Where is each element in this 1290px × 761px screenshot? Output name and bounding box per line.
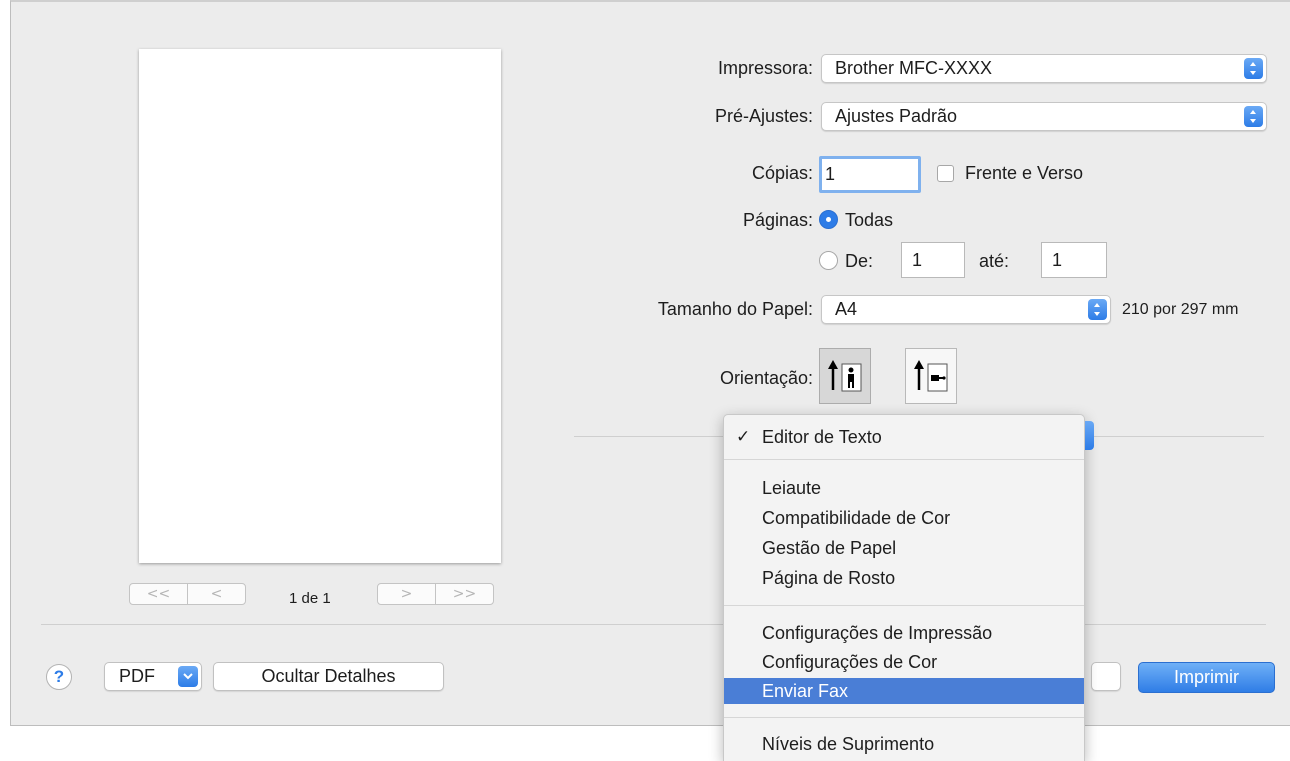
pages-to-value: 1 [1052, 249, 1063, 270]
pages-all-label: Todas [845, 210, 894, 230]
section-dropdown-menu: ✓ Editor de Texto Leiaute Compatibilidad… [723, 414, 1085, 761]
printer-popup[interactable]: Brother MFC-XXXX [821, 54, 1267, 83]
duplex-checkbox[interactable] [937, 165, 954, 182]
menu-item-send-fax[interactable]: Enviar Fax [724, 678, 1084, 704]
printer-value: Brother MFC-XXXX [835, 58, 993, 78]
checkmark-icon: ✓ [736, 427, 751, 446]
menu-item-cover-page[interactable]: Página de Rosto [724, 565, 1084, 591]
menu-item-color-settings[interactable]: Configurações de Cor [724, 649, 1084, 675]
pages-from-field[interactable]: 1 [901, 242, 965, 278]
popup-arrows-icon [1244, 58, 1263, 79]
pdf-label: PDF [119, 666, 155, 686]
presets-popup[interactable]: Ajustes Padrão [821, 102, 1267, 131]
presets-label: Pré-Ajustes: [714, 106, 813, 126]
menu-item-label: Editor de Texto [762, 426, 882, 447]
chevron-down-icon [178, 666, 198, 687]
menu-separator [724, 717, 1084, 718]
portrait-orientation-icon [828, 360, 862, 392]
print-dialog: << < 1 de 1 > >> Impressora: Brother MFC… [10, 0, 1290, 726]
menu-separator [724, 459, 1084, 460]
pages-to-label: até: [979, 251, 1010, 271]
preview-back-navigation: << < [129, 583, 246, 605]
first-page-button[interactable]: << [130, 584, 187, 604]
menu-item-layout[interactable]: Leiaute [724, 475, 1084, 501]
orientation-label: Orientação: [719, 368, 813, 388]
next-page-button[interactable]: > [378, 584, 435, 604]
section-popup-arrow-edge [1085, 421, 1094, 450]
paper-size-popup[interactable]: A4 [821, 295, 1111, 324]
printer-label: Impressora: [717, 58, 813, 78]
hide-details-button[interactable]: Ocultar Detalhes [213, 662, 444, 691]
menu-item-color-matching[interactable]: Compatibilidade de Cor [724, 505, 1084, 531]
page-counter: 1 de 1 [289, 590, 331, 607]
landscape-orientation-button[interactable] [905, 348, 957, 404]
duplex-label: Frente e Verso [965, 163, 1084, 183]
previous-page-button[interactable]: < [187, 584, 245, 604]
menu-item-supply-levels[interactable]: Níveis de Suprimento [724, 731, 1084, 757]
paper-size-label: Tamanho do Papel: [657, 299, 813, 319]
preview-forward-navigation: > >> [377, 583, 494, 605]
copies-label: Cópias: [751, 163, 813, 183]
last-page-button[interactable]: >> [435, 584, 493, 604]
menu-item-print-settings[interactable]: Configurações de Impressão [724, 620, 1084, 646]
pages-from-value: 1 [912, 249, 923, 270]
pages-all-radio[interactable] [819, 210, 838, 229]
pages-label: Páginas: [742, 210, 813, 230]
pages-to-field[interactable]: 1 [1041, 242, 1107, 278]
pages-from-label: De: [845, 251, 874, 271]
cancel-button[interactable] [1091, 662, 1121, 691]
paper-size-value: A4 [835, 299, 858, 319]
landscape-orientation-icon [914, 360, 948, 392]
help-button[interactable]: ? [46, 664, 72, 690]
pages-range-radio[interactable] [819, 251, 838, 270]
menu-separator [724, 605, 1084, 606]
copies-value: 1 [825, 164, 836, 184]
paper-dimensions: 210 por 297 mm [1122, 301, 1239, 318]
menu-item-text-editor[interactable]: ✓ Editor de Texto [724, 424, 1084, 450]
presets-value: Ajustes Padrão [835, 106, 958, 126]
print-button[interactable]: Imprimir [1138, 662, 1275, 693]
page-preview [139, 49, 501, 563]
menu-item-paper-handling[interactable]: Gestão de Papel [724, 535, 1084, 561]
portrait-orientation-button[interactable] [819, 348, 871, 404]
popup-arrows-icon [1088, 299, 1107, 320]
pdf-menu-button[interactable]: PDF [104, 662, 202, 691]
popup-arrows-icon [1244, 106, 1263, 127]
copies-field[interactable]: 1 [819, 156, 921, 193]
